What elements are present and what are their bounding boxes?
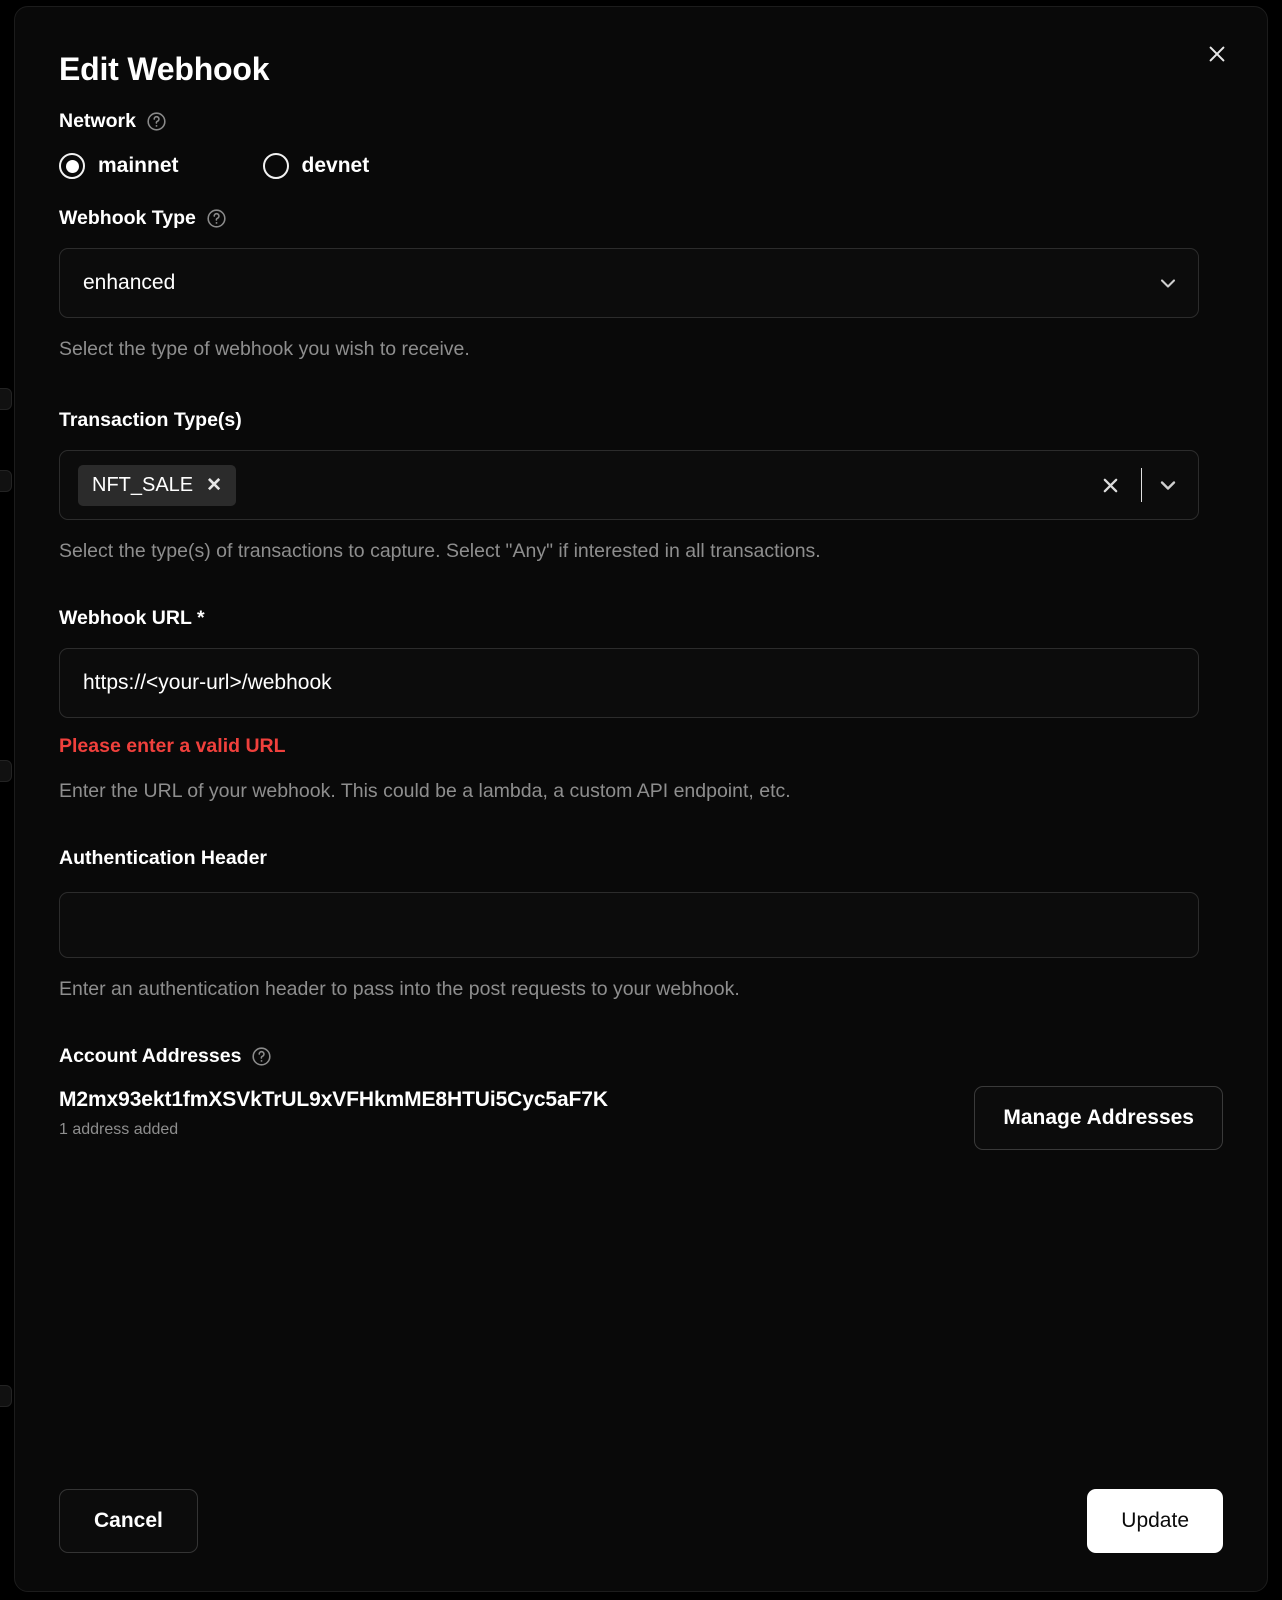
- divider: [1141, 468, 1142, 502]
- webhook-url-label-row: Webhook URL *: [59, 607, 1223, 630]
- auth-header-field: Authentication Header Enter an authentic…: [59, 847, 1223, 1001]
- webhook-type-field: Webhook Type enhanced Select the type of…: [59, 207, 1223, 361]
- edit-webhook-modal: Edit Webhook Network mainnet devnet Webh…: [14, 6, 1268, 1592]
- network-option-mainnet[interactable]: mainnet: [59, 153, 179, 179]
- radio-mark-mainnet: [59, 153, 85, 179]
- chevron-down-icon: [1156, 271, 1180, 295]
- transaction-types-multiselect[interactable]: NFT_SALE ✕: [59, 450, 1199, 520]
- update-button[interactable]: Update: [1087, 1489, 1223, 1553]
- background-card-3: [0, 760, 12, 782]
- page-title: Edit Webhook: [59, 51, 270, 87]
- account-address-info: M2mx93ekt1fmXSVkTrUL9xVFHkmME8HTUi5Cyc5a…: [59, 1086, 608, 1139]
- auth-header-label: Authentication Header: [59, 847, 268, 869]
- webhook-url-helper: Enter the URL of your webhook. This coul…: [59, 780, 791, 802]
- modal-footer: Cancel Update: [59, 1489, 1223, 1553]
- transaction-type-chip[interactable]: NFT_SALE ✕: [78, 464, 237, 506]
- close-modal-button[interactable]: [1197, 35, 1237, 75]
- help-circle-icon[interactable]: [146, 111, 167, 132]
- network-field: Network mainnet devnet: [59, 110, 1223, 179]
- close-icon: [1206, 43, 1228, 68]
- clear-selection-button[interactable]: [1093, 468, 1127, 502]
- account-addresses-label-row: Account Addresses: [59, 1045, 1223, 1068]
- webhook-type-helper: Select the type of webhook you wish to r…: [59, 338, 470, 360]
- network-option-mainnet-label: mainnet: [98, 154, 179, 177]
- network-option-devnet[interactable]: devnet: [262, 153, 370, 179]
- webhook-url-label: Webhook URL *: [59, 607, 205, 629]
- transaction-types-chip-list: NFT_SALE ✕: [78, 464, 237, 506]
- network-label-row: Network: [59, 110, 1223, 133]
- webhook-url-input[interactable]: https://<your-url>/webhook: [78, 671, 332, 695]
- auth-header-helper: Enter an authentication header to pass i…: [59, 978, 740, 1000]
- transaction-type-chip-label: NFT_SALE: [92, 473, 194, 496]
- manage-addresses-button[interactable]: Manage Addresses: [974, 1086, 1223, 1150]
- chevron-down-icon[interactable]: [1156, 473, 1180, 497]
- account-addresses-summary: M2mx93ekt1fmXSVkTrUL9xVFHkmME8HTUi5Cyc5a…: [59, 1086, 1223, 1150]
- radio-mark-devnet: [262, 153, 289, 179]
- transaction-types-actions: [1093, 468, 1180, 502]
- auth-header-input-wrapper[interactable]: [59, 892, 1199, 958]
- transaction-types-helper: Select the type(s) of transactions to ca…: [59, 540, 821, 562]
- webhook-url-error: Please enter a valid URL: [59, 735, 286, 757]
- auth-header-label-row: Authentication Header: [59, 847, 1223, 870]
- network-label: Network: [59, 110, 136, 132]
- background-card-4: [0, 1385, 12, 1407]
- account-address-count: 1 address added: [59, 1121, 179, 1138]
- cancel-button[interactable]: Cancel: [59, 1489, 198, 1553]
- webhook-type-label: Webhook Type: [59, 207, 196, 229]
- webhook-type-select[interactable]: enhanced: [59, 248, 1199, 318]
- account-addresses-label: Account Addresses: [59, 1045, 242, 1067]
- close-icon[interactable]: ✕: [206, 476, 222, 495]
- help-circle-icon[interactable]: [206, 208, 227, 229]
- webhook-type-label-row: Webhook Type: [59, 207, 1223, 230]
- webhook-url-input-wrapper[interactable]: https://<your-url>/webhook: [59, 648, 1199, 718]
- account-address-value: M2mx93ekt1fmXSVkTrUL9xVFHkmME8HTUi5Cyc5a…: [59, 1088, 608, 1111]
- background-card-2: [0, 470, 12, 492]
- network-radio-group: mainnet devnet: [59, 153, 1223, 179]
- help-circle-icon[interactable]: [251, 1046, 272, 1067]
- transaction-types-label: Transaction Type(s): [59, 409, 242, 431]
- webhook-type-value: enhanced: [83, 271, 176, 294]
- webhook-url-field: Webhook URL * https://<your-url>/webhook…: [59, 607, 1223, 803]
- transaction-types-field: Transaction Type(s) NFT_SALE ✕ Select th…: [59, 409, 1223, 563]
- transaction-types-label-row: Transaction Type(s): [59, 409, 1223, 432]
- account-addresses-field: Account Addresses M2mx93ekt1fmXSVkTrUL9x…: [59, 1045, 1223, 1150]
- background-card-1: [0, 388, 12, 410]
- network-option-devnet-label: devnet: [301, 154, 370, 177]
